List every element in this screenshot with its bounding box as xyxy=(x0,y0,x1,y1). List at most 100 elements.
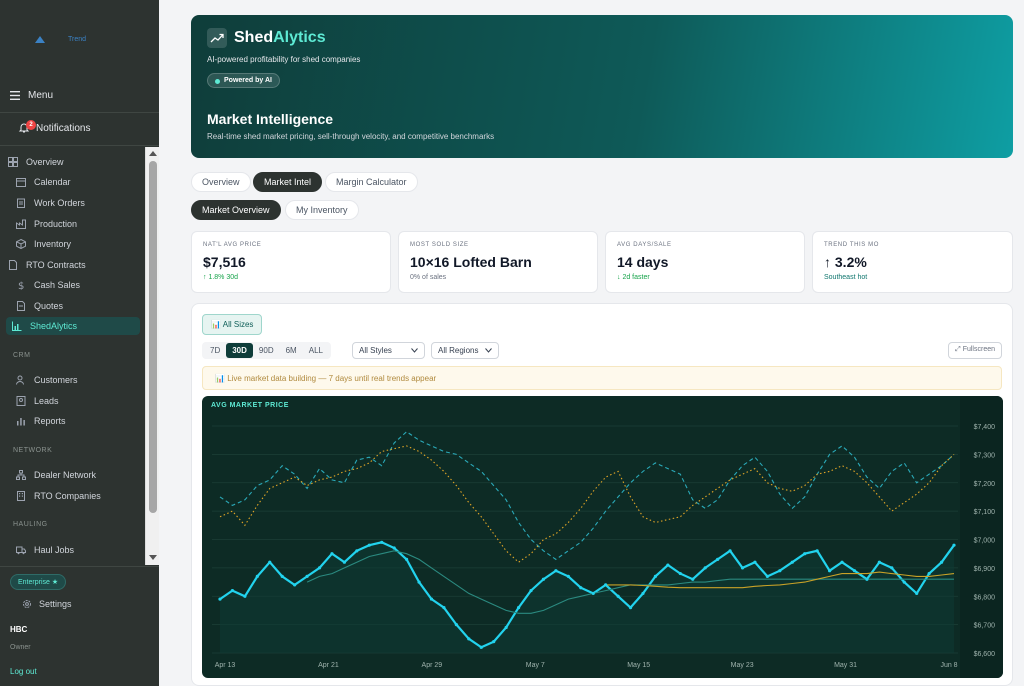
data-point xyxy=(939,560,944,564)
fullscreen-button[interactable]: ⤢ Fullscreen xyxy=(948,342,1002,359)
building-icon xyxy=(17,491,25,501)
box-icon xyxy=(16,239,26,249)
powered-by-ai-badge: Powered by AI xyxy=(207,73,280,88)
sidebar-item-label: Production xyxy=(34,219,78,229)
x-tick-label: May 7 xyxy=(526,662,545,669)
section-heading-network: NETWORK xyxy=(13,447,53,454)
sidebar-item-calendar[interactable]: Calendar xyxy=(16,173,71,191)
sidebar-item-cash-sales[interactable]: $ Cash Sales xyxy=(16,276,80,294)
sidebar-item-label: RTO Companies xyxy=(34,491,101,501)
range-7d-button[interactable]: 7D xyxy=(204,343,226,358)
x-tick-label: Apr 13 xyxy=(215,662,236,669)
data-point xyxy=(803,552,807,556)
logout-link[interactable]: Log out xyxy=(10,667,37,676)
sidebar-item-quotes[interactable]: Quotes xyxy=(16,297,63,315)
menu-toggle[interactable]: Menu xyxy=(10,90,53,101)
sidebar-item-label: Reports xyxy=(34,416,66,426)
kpi-label: TREND THIS MO xyxy=(824,242,880,248)
data-point xyxy=(579,586,583,590)
range-90d-button[interactable]: 90D xyxy=(253,343,280,358)
chart-canvas: $6,600 $6,700 $6,800 $6,900 $7,000 $7,100 $7,2… xyxy=(212,396,1003,678)
contact-card-icon xyxy=(16,396,26,406)
brand-name: ShedAlytics xyxy=(234,29,326,47)
sidebar-item-shedalytics[interactable]: ShedAlytics xyxy=(6,317,140,335)
plan-badge: Enterprise ★ xyxy=(10,574,67,590)
region-select[interactable]: All Regions xyxy=(431,342,499,359)
data-point xyxy=(890,566,894,570)
sidebar-item-label: Work Orders xyxy=(34,198,85,208)
notifications-label: Notifications xyxy=(36,122,91,134)
avg-market-price-chart: $6,600 $6,700 $6,800 $6,900 $7,000 $7,100 $7,2… xyxy=(202,396,1003,678)
tab-overview[interactable]: Overview xyxy=(191,172,251,192)
sidebar-item-rto-contracts[interactable]: RTO Contracts xyxy=(8,256,86,274)
range-30d-button[interactable]: 30D xyxy=(226,343,253,358)
file-icon xyxy=(17,301,25,311)
settings-label: Settings xyxy=(39,599,72,609)
data-point xyxy=(628,606,633,610)
tab-market-intel[interactable]: Market Intel xyxy=(253,172,323,192)
chart-icon xyxy=(12,321,22,331)
sidebar-item-work-orders[interactable]: Work Orders xyxy=(16,194,85,212)
divider xyxy=(0,566,159,567)
notifications-button[interactable]: 2 Notifications xyxy=(18,120,91,134)
x-tick-label: Apr 21 xyxy=(318,662,339,669)
chart-title: AVG MARKET PRICE xyxy=(211,402,289,409)
calendar-icon xyxy=(16,178,26,187)
scroll-down-arrow-icon[interactable] xyxy=(149,555,157,560)
sidebar-item-reports[interactable]: Reports xyxy=(16,412,66,430)
tab-margin-calculator[interactable]: Margin Calculator xyxy=(325,172,418,192)
kpi-note: ↑ 1.8% 30d xyxy=(203,274,239,281)
sidebar-item-inventory[interactable]: Inventory xyxy=(16,235,71,253)
sidebar-item-production[interactable]: Production xyxy=(16,215,77,233)
page-title: Market Intelligence xyxy=(207,111,334,127)
scroll-thumb[interactable] xyxy=(149,161,157,513)
section-heading-crm: CRM xyxy=(13,352,31,359)
data-point xyxy=(827,569,832,573)
time-range-group: 7D 30D 90D 6M ALL xyxy=(202,342,331,359)
data-point xyxy=(765,574,769,578)
data-point xyxy=(566,574,570,578)
dollar-icon: $ xyxy=(18,281,24,290)
data-point xyxy=(454,623,458,627)
all-sizes-button[interactable]: 📊 All Sizes xyxy=(202,314,263,335)
subtab-my-inventory[interactable]: My Inventory xyxy=(285,200,359,220)
sidebar-item-label: Dealer Network xyxy=(34,470,97,480)
sidebar-item-label: Calendar xyxy=(34,177,71,187)
sidebar-item-overview[interactable]: Overview xyxy=(8,153,64,171)
sidebar-scrollbar[interactable] xyxy=(145,147,159,565)
bar-chart-icon xyxy=(17,418,25,426)
settings-button[interactable]: Settings xyxy=(22,599,72,609)
kpi-value: $7,516 xyxy=(203,254,246,270)
y-tick-label: $7,100 xyxy=(974,509,996,516)
sidebar-item-dealer-network[interactable]: Dealer Network xyxy=(16,466,96,484)
sidebar-item-haul-jobs[interactable]: Haul Jobs xyxy=(16,541,74,559)
subtab-market-overview[interactable]: Market Overview xyxy=(191,200,281,220)
sidebar-item-rto-companies[interactable]: RTO Companies xyxy=(16,487,101,505)
sidebar-item-leads[interactable]: Leads xyxy=(16,392,59,410)
sidebar-item-label: Cash Sales xyxy=(34,280,81,290)
data-point xyxy=(492,640,496,644)
app-logo[interactable]: Trend xyxy=(34,34,86,44)
clipboard-icon xyxy=(17,198,25,208)
divider xyxy=(0,112,159,113)
x-tick-label: May 15 xyxy=(627,662,650,669)
hero-tagline: AI-powered profitability for shed compan… xyxy=(207,55,361,64)
sidebar-item-label: Quotes xyxy=(34,301,64,311)
data-point xyxy=(877,560,881,564)
series-line-1 xyxy=(219,445,955,563)
user-name: HBC xyxy=(10,625,28,634)
scroll-up-arrow-icon[interactable] xyxy=(149,151,157,156)
data-point xyxy=(317,566,322,570)
sidebar-item-customers[interactable]: Customers xyxy=(16,371,78,389)
data-point xyxy=(541,577,546,581)
kpi-note: 0% of sales xyxy=(410,274,447,281)
style-select-value: All Styles xyxy=(359,346,392,355)
range-all-button[interactable]: ALL xyxy=(303,343,329,358)
sidebar-item-label: Overview xyxy=(26,157,64,167)
range-6m-button[interactable]: 6M xyxy=(280,343,303,358)
series-area xyxy=(220,542,954,653)
user-role: Owner xyxy=(10,644,31,651)
style-select[interactable]: All Styles xyxy=(352,342,425,359)
svg-text:$: $ xyxy=(18,281,24,290)
bell-icon: 2 xyxy=(18,120,36,134)
